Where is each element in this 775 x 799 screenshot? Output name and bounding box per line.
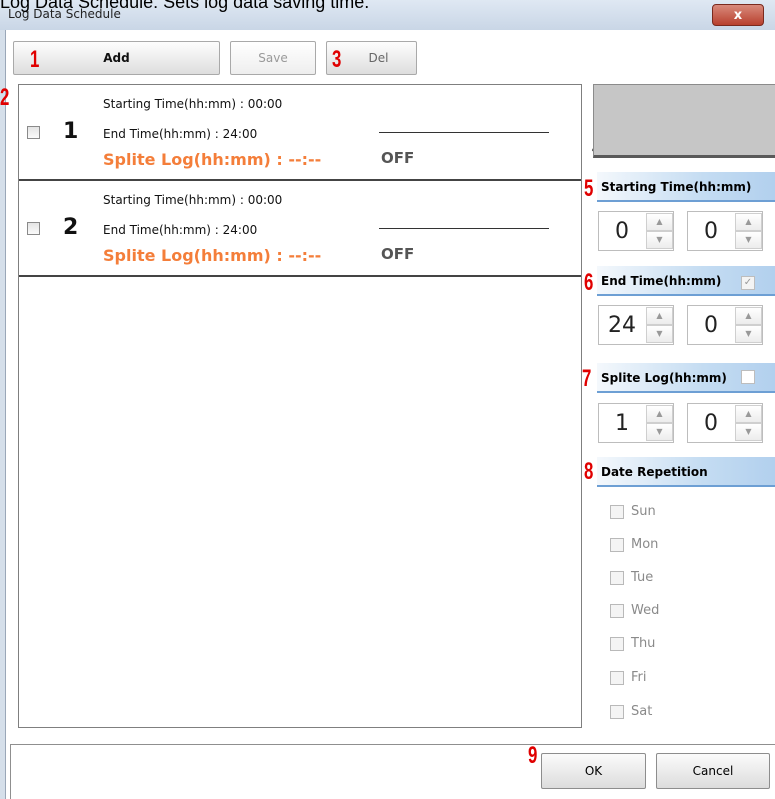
callout-7: 7 [582, 365, 592, 392]
start-hours-value[interactable]: 0 [599, 212, 645, 250]
splite-hours-value[interactable]: 1 [599, 404, 645, 442]
callout-2: 2 [0, 84, 10, 111]
start-minutes-spinner[interactable]: 0 ▲ ▼ [687, 211, 763, 251]
spin-up-icon[interactable]: ▲ [735, 213, 762, 231]
day-label-tue: Tue [631, 570, 654, 585]
splite-log-checkbox[interactable] [741, 370, 755, 384]
schedule-list: 1 Starting Time(hh:mm) : 00:00 End Time(… [18, 84, 582, 728]
end-time-label: End Time(hh:mm) [601, 274, 722, 288]
callout-5: 5 [584, 175, 594, 202]
day-checkbox-wed[interactable] [610, 604, 624, 618]
end-hours-spinner[interactable]: 24 ▲ ▼ [598, 305, 674, 345]
entry-timeline [379, 132, 549, 133]
entry-splite-log: Splite Log(hh:mm) : --:-- [103, 246, 322, 265]
day-label-sun: Sun [631, 504, 656, 519]
callout-6: 6 [584, 269, 594, 296]
end-hours-value[interactable]: 24 [599, 306, 645, 344]
entry-end-time: End Time(hh:mm) : 24:00 [103, 127, 258, 141]
entry-status: OFF [381, 245, 415, 263]
window-frame-left [0, 30, 6, 799]
day-checkbox-mon[interactable] [610, 538, 624, 552]
date-repetition-header: Date Repetition [597, 457, 775, 487]
spin-down-icon[interactable]: ▼ [646, 231, 673, 249]
entry-checkbox[interactable] [27, 126, 40, 139]
splite-minutes-spinner[interactable]: 0 ▲ ▼ [687, 403, 763, 443]
schedule-entry[interactable]: 1 Starting Time(hh:mm) : 00:00 End Time(… [19, 85, 581, 181]
add-button[interactable]: Add [13, 41, 220, 75]
spin-down-icon[interactable]: ▼ [735, 231, 762, 249]
page-caption: Log Data Schedule: Sets log data saving … [0, 0, 370, 12]
spin-down-icon[interactable]: ▼ [735, 423, 762, 441]
spin-up-icon[interactable]: ▲ [735, 307, 762, 325]
save-button[interactable]: Save [230, 41, 316, 75]
starting-time-header: Starting Time(hh:mm) [597, 172, 775, 202]
entry-timeline [379, 228, 549, 229]
entry-splite-log: Splite Log(hh:mm) : --:-- [103, 150, 322, 169]
spin-up-icon[interactable]: ▲ [646, 405, 673, 423]
start-minutes-value[interactable]: 0 [688, 212, 734, 250]
start-hours-spinner[interactable]: 0 ▲ ▼ [598, 211, 674, 251]
timeline-preview [593, 84, 775, 158]
end-minutes-value[interactable]: 0 [688, 306, 734, 344]
schedule-entry[interactable]: 2 Starting Time(hh:mm) : 00:00 End Time(… [19, 181, 581, 277]
entry-status: OFF [381, 149, 415, 167]
day-checkbox-fri[interactable] [610, 671, 624, 685]
callout-1: 1 [30, 46, 40, 73]
day-label-wed: Wed [631, 603, 660, 618]
entry-checkbox[interactable] [27, 222, 40, 235]
day-checkbox-sat[interactable] [610, 705, 624, 719]
callout-9: 9 [528, 742, 538, 769]
callout-3: 3 [332, 46, 342, 73]
day-checkbox-thu[interactable] [610, 637, 624, 651]
spin-up-icon[interactable]: ▲ [735, 405, 762, 423]
footer-divider [10, 744, 775, 745]
day-checkbox-sun[interactable] [610, 505, 624, 519]
close-button[interactable]: x [712, 4, 764, 26]
end-time-checkbox[interactable]: ✓ [741, 276, 755, 290]
splite-minutes-value[interactable]: 0 [688, 404, 734, 442]
end-minutes-spinner[interactable]: 0 ▲ ▼ [687, 305, 763, 345]
callout-8: 8 [584, 458, 594, 485]
spin-down-icon[interactable]: ▼ [646, 423, 673, 441]
spin-down-icon[interactable]: ▼ [735, 325, 762, 343]
ok-button[interactable]: OK [541, 753, 646, 789]
spin-up-icon[interactable]: ▲ [646, 213, 673, 231]
day-checkbox-tue[interactable] [610, 571, 624, 585]
entry-end-time: End Time(hh:mm) : 24:00 [103, 223, 258, 237]
spin-down-icon[interactable]: ▼ [646, 325, 673, 343]
spin-up-icon[interactable]: ▲ [646, 307, 673, 325]
entry-number: 1 [63, 119, 79, 144]
day-label-thu: Thu [631, 636, 656, 651]
cancel-button[interactable]: Cancel [656, 753, 770, 789]
day-label-mon: Mon [631, 537, 659, 552]
footer-border [10, 745, 11, 799]
day-label-fri: Fri [631, 670, 647, 685]
splite-hours-spinner[interactable]: 1 ▲ ▼ [598, 403, 674, 443]
entry-start-time: Starting Time(hh:mm) : 00:00 [103, 97, 283, 111]
day-label-sat: Sat [631, 704, 653, 719]
entry-start-time: Starting Time(hh:mm) : 00:00 [103, 193, 283, 207]
splite-log-label: Splite Log(hh:mm) [601, 371, 727, 385]
entry-number: 2 [63, 215, 79, 240]
